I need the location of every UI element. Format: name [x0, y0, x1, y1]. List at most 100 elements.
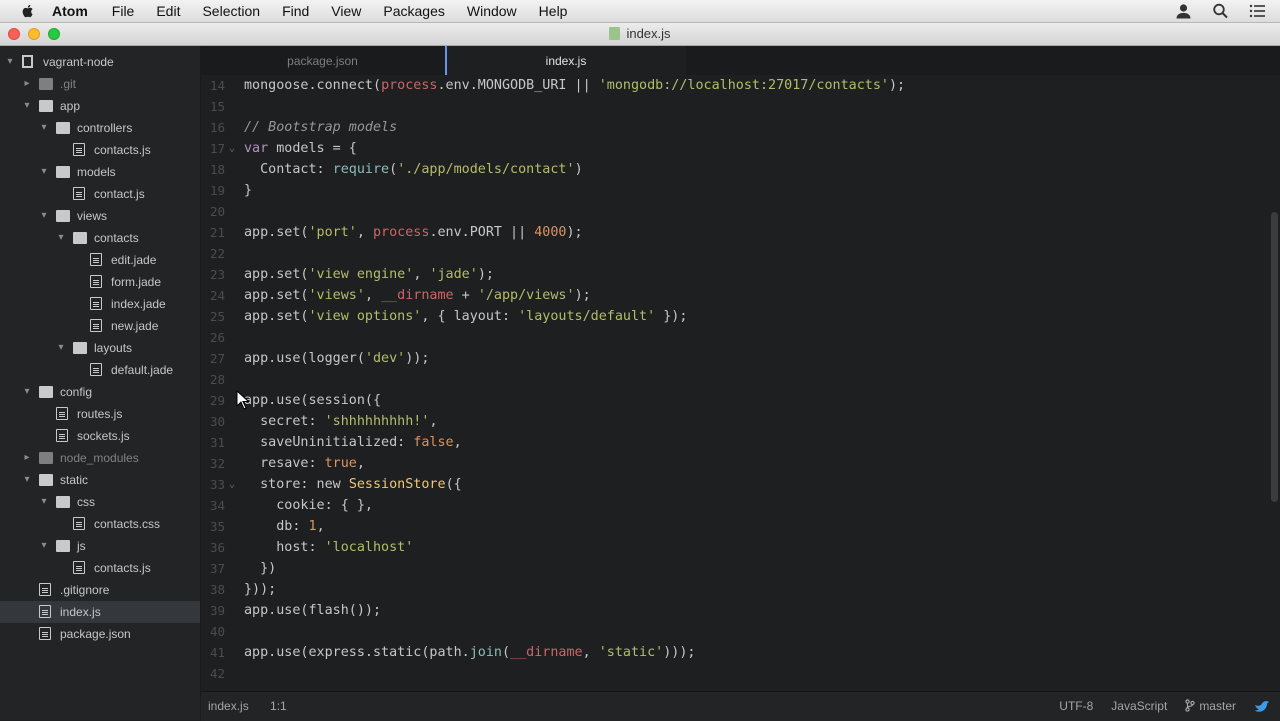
tree-folder-item[interactable]: ▾ controllers [0, 117, 200, 139]
tree-file-item[interactable]: new.jade [0, 315, 200, 337]
tree-file-item[interactable]: index.js [0, 601, 200, 623]
tree-folder-item[interactable]: ▾ vagrant-node [0, 51, 200, 73]
menu-find[interactable]: Find [282, 3, 309, 19]
chevron-down-icon[interactable]: ▾ [38, 205, 50, 227]
code-line[interactable]: 35 db: 1, [201, 516, 1270, 537]
chevron-down-icon[interactable]: ▾ [55, 337, 67, 359]
chevron-down-icon[interactable]: ▾ [38, 161, 50, 183]
code-line[interactable]: 15 [201, 96, 1270, 117]
code-line[interactable]: 39 app.use(flash()); [201, 600, 1270, 621]
apple-icon[interactable] [20, 3, 36, 19]
tree-file-item[interactable]: package.json [0, 623, 200, 645]
code-line[interactable]: 26 [201, 327, 1270, 348]
code-line[interactable]: 33 ⌄ store: new SessionStore({ [201, 474, 1270, 495]
tree-file-item[interactable]: .gitignore [0, 579, 200, 601]
fold-chevron-icon[interactable]: ⌄ [229, 138, 235, 159]
squirrel-update-icon[interactable] [1254, 699, 1270, 713]
code-line[interactable]: 18 Contact: require('./app/models/contac… [201, 159, 1270, 180]
user-icon[interactable] [1175, 3, 1192, 19]
chevron-right-icon[interactable]: ▸ [21, 73, 33, 95]
menu-file[interactable]: File [112, 3, 135, 19]
code-line[interactable]: 19} [201, 180, 1270, 201]
menu-window[interactable]: Window [467, 3, 517, 19]
chevron-down-icon[interactable]: ▾ [38, 535, 50, 557]
tree-file-item[interactable]: contacts.js [0, 557, 200, 579]
fold-chevron-icon[interactable]: ⌄ [229, 474, 235, 495]
tree-folder-item[interactable]: ▾ contacts [0, 227, 200, 249]
code-line[interactable]: 28 [201, 369, 1270, 390]
chevron-right-icon[interactable]: ▸ [21, 447, 33, 469]
tree-file-item[interactable]: routes.js [0, 403, 200, 425]
tree-folder-item[interactable]: ▸ node_modules [0, 447, 200, 469]
tree-folder-item[interactable]: ▾ models [0, 161, 200, 183]
tree-file-item[interactable]: index.jade [0, 293, 200, 315]
chevron-down-icon[interactable]: ▾ [4, 51, 16, 73]
code-line[interactable]: 37 }) [201, 558, 1270, 579]
status-grammar[interactable]: JavaScript [1111, 692, 1167, 720]
tree-folder-item[interactable]: ▾ layouts [0, 337, 200, 359]
tree-folder-item[interactable]: ▾ app [0, 95, 200, 117]
code-line[interactable]: 17 ⌄ var models = { [201, 138, 1270, 159]
menu-packages[interactable]: Packages [383, 3, 444, 19]
code-line[interactable]: 22 [201, 243, 1270, 264]
menu-selection[interactable]: Selection [202, 3, 260, 19]
close-window-button[interactable] [8, 28, 20, 40]
code-line[interactable]: 27 app.use(logger('dev')); [201, 348, 1270, 369]
code-line[interactable]: 38})); [201, 579, 1270, 600]
tree-file-item[interactable]: form.jade [0, 271, 200, 293]
tree-view[interactable]: ▾ vagrant-node ▸ .git ▾ app ▾ controllers contac… [0, 46, 201, 720]
code-line[interactable]: 36 host: 'localhost' [201, 537, 1270, 558]
code-line[interactable]: 32 resave: true, [201, 453, 1270, 474]
tab-index-js[interactable]: index.js [445, 46, 686, 75]
tree-folder-item[interactable]: ▾ views [0, 205, 200, 227]
code-line[interactable]: 31 saveUninitialized: false, [201, 432, 1270, 453]
minimize-window-button[interactable] [28, 28, 40, 40]
code-token: , [429, 414, 438, 429]
menu-edit[interactable]: Edit [156, 3, 180, 19]
chevron-down-icon[interactable]: ▾ [21, 469, 33, 491]
code-line[interactable]: 20 [201, 201, 1270, 222]
tree-folder-item[interactable]: ▾ css [0, 491, 200, 513]
search-icon[interactable] [1212, 3, 1229, 19]
tree-folder-item[interactable]: ▸ .git [0, 73, 200, 95]
status-file-path[interactable]: index.js [208, 699, 249, 713]
tree-file-item[interactable]: contacts.css [0, 513, 200, 535]
code-line[interactable]: 21 app.set('port', process.env.PORT || 40… [201, 222, 1270, 243]
code-line[interactable]: 16 // Bootstrap models [201, 117, 1270, 138]
code-line[interactable]: 30 secret: 'shhhhhhhhh!', [201, 411, 1270, 432]
tree-file-item[interactable]: edit.jade [0, 249, 200, 271]
tab-package-json[interactable]: package.json [201, 46, 444, 75]
chevron-down-icon[interactable]: ▾ [38, 491, 50, 513]
tree-folder-item[interactable]: ▾ js [0, 535, 200, 557]
tree-file-item[interactable]: default.jade [0, 359, 200, 381]
code-line[interactable]: 14 mongoose.connect(process.env.MONGODB_U… [201, 75, 1270, 96]
menu-help[interactable]: Help [539, 3, 568, 19]
status-git-branch[interactable]: master [1185, 692, 1236, 720]
code-line[interactable]: 25 app.set('view options', { layout: 'lay… [201, 306, 1270, 327]
tree-file-item[interactable]: contact.js [0, 183, 200, 205]
chevron-down-icon[interactable]: ▾ [21, 95, 33, 117]
code-line[interactable]: 23 app.set('view engine', 'jade'); [201, 264, 1270, 285]
chevron-down-icon[interactable]: ▾ [55, 227, 67, 249]
scrollbar-thumb[interactable] [1271, 212, 1278, 502]
code-line[interactable]: 34 cookie: { }, [201, 495, 1270, 516]
chevron-down-icon[interactable]: ▾ [38, 117, 50, 139]
tree-file-item[interactable]: sockets.js [0, 425, 200, 447]
code-line[interactable]: 41 app.use(express.static(path.join(__dir… [201, 642, 1270, 663]
editor-scrollbar[interactable] [1270, 75, 1280, 691]
zoom-window-button[interactable] [48, 28, 60, 40]
code-line[interactable]: 40 [201, 621, 1270, 642]
code-line[interactable]: 24 app.set('views', __dirname + '/app/vie… [201, 285, 1270, 306]
tree-file-item[interactable]: contacts.js [0, 139, 200, 161]
code-line[interactable]: 29 app.use(session({ [201, 390, 1270, 411]
code-line[interactable]: 42 [201, 663, 1270, 684]
menu-atom[interactable]: Atom [52, 3, 88, 19]
tree-folder-item[interactable]: ▾ config [0, 381, 200, 403]
text-editor[interactable]: 14 mongoose.connect(process.env.MONGODB_U… [201, 75, 1270, 691]
menu-view[interactable]: View [331, 3, 361, 19]
chevron-down-icon[interactable]: ▾ [21, 381, 33, 403]
status-encoding[interactable]: UTF-8 [1059, 692, 1093, 720]
tree-folder-item[interactable]: ▾ static [0, 469, 200, 491]
status-cursor-position[interactable]: 1:1 [270, 699, 287, 713]
list-icon[interactable] [1249, 3, 1266, 19]
